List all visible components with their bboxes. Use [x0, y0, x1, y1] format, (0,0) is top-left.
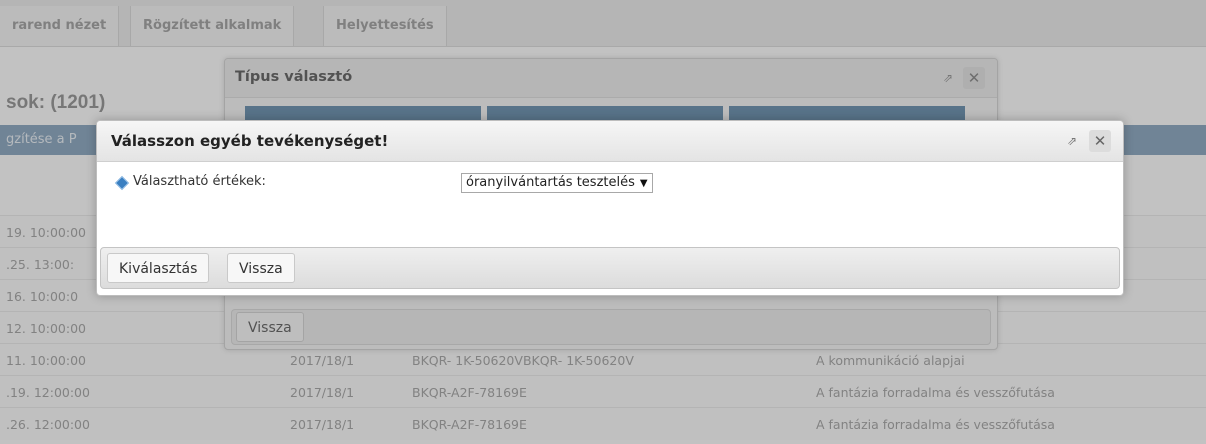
field-label: Választható értékek:: [133, 174, 266, 189]
dialog-footer: Kiválasztás Vissza: [100, 247, 1120, 289]
field-row: Választható értékek: óranyilvántartás te…: [114, 173, 1097, 195]
chevron-down-icon: ▼: [639, 178, 648, 189]
select-value: óranyilvántartás tesztelés: [466, 175, 635, 190]
close-icon[interactable]: ✕: [1089, 130, 1111, 152]
dialog-title: Válasszon egyéb tevékenységet!: [111, 132, 389, 150]
back-button[interactable]: Vissza: [227, 253, 295, 283]
popout-icon[interactable]: ⇗: [1065, 134, 1079, 148]
dialog-header: Válasszon egyéb tevékenységet! ⇗ ✕: [97, 121, 1123, 162]
select-button[interactable]: Kiválasztás: [107, 253, 210, 283]
other-activity-dialog: Válasszon egyéb tevékenységet! ⇗ ✕ Válas…: [96, 120, 1124, 296]
diamond-icon: [114, 175, 130, 191]
value-select[interactable]: óranyilvántartás tesztelés ▼: [461, 173, 653, 193]
